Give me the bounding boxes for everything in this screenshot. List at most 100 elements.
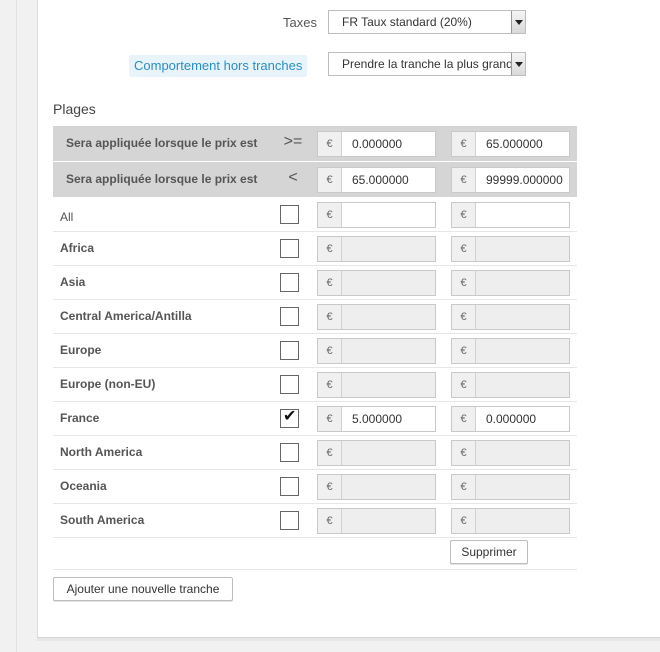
zone-price-from-input[interactable]: € bbox=[317, 372, 436, 398]
out-of-range-behavior-label: Comportement hors tranches bbox=[129, 55, 308, 77]
out-of-range-behavior-select[interactable]: Prendre la tranche la plus grande bbox=[328, 52, 526, 76]
chevron-down-icon[interactable] bbox=[511, 53, 525, 75]
zone-row: France ✔ €5.000000 €0.000000 bbox=[53, 402, 577, 436]
zone-price-to-value[interactable] bbox=[476, 271, 569, 295]
zone-price-from-input[interactable]: € bbox=[317, 474, 436, 500]
zone-checkbox[interactable] bbox=[280, 375, 299, 394]
zone-price-from-input[interactable]: € bbox=[317, 338, 436, 364]
euro-icon: € bbox=[452, 373, 476, 397]
range-upper-bound-row: Sera appliquée lorsque le prix est < € 6… bbox=[53, 162, 577, 197]
zone-price-to-input[interactable]: € bbox=[451, 372, 570, 398]
zone-price-to-input[interactable]: € bbox=[451, 270, 570, 296]
zone-price-to-value[interactable] bbox=[476, 305, 569, 329]
euro-icon: € bbox=[318, 407, 342, 431]
zone-price-from-value[interactable] bbox=[342, 237, 435, 261]
zone-price-to-value[interactable] bbox=[476, 203, 569, 227]
euro-icon: € bbox=[452, 339, 476, 363]
euro-icon: € bbox=[452, 441, 476, 465]
euro-icon: € bbox=[318, 441, 342, 465]
zone-price-from-value[interactable]: 5.000000 bbox=[342, 407, 435, 431]
zone-name: Africa bbox=[60, 241, 95, 255]
zone-price-to-input[interactable]: € bbox=[451, 338, 570, 364]
zone-name: Europe bbox=[60, 343, 102, 357]
zone-price-from-input[interactable]: € bbox=[317, 236, 436, 262]
zone-name: Oceania bbox=[60, 479, 107, 493]
delete-row: Supprimer bbox=[53, 536, 577, 570]
euro-icon: € bbox=[318, 271, 342, 295]
euro-icon: € bbox=[452, 237, 476, 261]
zone-price-to-value[interactable] bbox=[476, 339, 569, 363]
zone-checkbox[interactable] bbox=[280, 511, 299, 530]
zone-checkbox[interactable] bbox=[280, 477, 299, 496]
zone-price-from-value[interactable] bbox=[342, 509, 435, 533]
euro-icon: € bbox=[452, 509, 476, 533]
euro-icon: € bbox=[318, 305, 342, 329]
zone-checkbox[interactable] bbox=[280, 341, 299, 360]
zone-name: North America bbox=[60, 445, 143, 459]
zone-checkbox[interactable] bbox=[280, 307, 299, 326]
zone-price-to-value[interactable]: 0.000000 bbox=[476, 407, 569, 431]
zone-price-from-value[interactable] bbox=[342, 373, 435, 397]
add-range-button[interactable]: Ajouter une nouvelle tranche bbox=[53, 577, 233, 601]
zone-price-to-value[interactable] bbox=[476, 509, 569, 533]
zone-checkbox[interactable] bbox=[280, 443, 299, 462]
zone-price-to-value[interactable] bbox=[476, 237, 569, 261]
zone-price-to-input[interactable]: € bbox=[451, 236, 570, 262]
zone-checkbox[interactable]: ✔ bbox=[280, 408, 299, 428]
zone-price-from-value[interactable] bbox=[342, 441, 435, 465]
range-2-to-value[interactable]: 99999.000000 bbox=[476, 168, 569, 192]
euro-icon: € bbox=[452, 132, 476, 156]
zone-price-from-input[interactable]: € bbox=[317, 304, 436, 330]
zone-price-to-input[interactable]: € bbox=[451, 474, 570, 500]
euro-icon: € bbox=[452, 203, 476, 227]
delete-range-button[interactable]: Supprimer bbox=[450, 540, 528, 564]
zone-price-from-input[interactable]: € bbox=[317, 270, 436, 296]
zone-row: Africa € € bbox=[53, 232, 577, 266]
range-1-from-input[interactable]: € 0.000000 bbox=[317, 131, 436, 157]
zone-price-to-input[interactable]: € bbox=[451, 304, 570, 330]
zone-price-from-value[interactable] bbox=[342, 475, 435, 499]
range-1-to-input[interactable]: € 65.000000 bbox=[451, 131, 570, 157]
panel-bottom-edge bbox=[37, 638, 660, 641]
euro-icon: € bbox=[318, 132, 342, 156]
range-2-from-value[interactable]: 65.000000 bbox=[342, 168, 435, 192]
zone-name: Europe (non-EU) bbox=[60, 377, 156, 391]
euro-icon: € bbox=[452, 475, 476, 499]
behavior-select-value: Prendre la tranche la plus grande bbox=[342, 57, 520, 71]
zone-price-from-input[interactable]: € bbox=[317, 440, 436, 466]
zone-price-from-value[interactable] bbox=[342, 339, 435, 363]
euro-icon: € bbox=[452, 271, 476, 295]
zone-price-from-value[interactable] bbox=[342, 305, 435, 329]
euro-icon: € bbox=[318, 509, 342, 533]
zone-price-from-value[interactable] bbox=[342, 271, 435, 295]
euro-icon: € bbox=[452, 407, 476, 431]
taxes-select-value: FR Taux standard (20%) bbox=[342, 15, 472, 29]
zone-price-from-input[interactable]: € bbox=[317, 202, 436, 228]
zone-price-to-value[interactable] bbox=[476, 373, 569, 397]
range-1-from-value[interactable]: 0.000000 bbox=[342, 132, 435, 156]
zone-price-to-input[interactable]: € bbox=[451, 440, 570, 466]
range-1-to-value[interactable]: 65.000000 bbox=[476, 132, 569, 156]
zone-price-from-input[interactable]: € bbox=[317, 508, 436, 534]
euro-icon: € bbox=[318, 168, 342, 192]
chevron-down-icon[interactable] bbox=[511, 11, 525, 33]
zone-checkbox[interactable] bbox=[280, 205, 299, 224]
zone-price-to-value[interactable] bbox=[476, 475, 569, 499]
range-lower-bound-label: Sera appliquée lorsque le prix est bbox=[66, 136, 258, 150]
checkmark-icon: ✔ bbox=[283, 408, 297, 425]
zone-checkbox[interactable] bbox=[280, 239, 299, 258]
zone-price-to-value[interactable] bbox=[476, 441, 569, 465]
zone-price-to-input[interactable]: € bbox=[451, 202, 570, 228]
zone-name: South America bbox=[60, 513, 145, 527]
range-2-to-input[interactable]: € 99999.000000 bbox=[451, 167, 570, 193]
zone-price-from-input[interactable]: €5.000000 bbox=[317, 406, 436, 432]
range-2-from-input[interactable]: € 65.000000 bbox=[317, 167, 436, 193]
zone-checkbox[interactable] bbox=[280, 273, 299, 292]
zone-price-to-input[interactable]: €0.000000 bbox=[451, 406, 570, 432]
zone-price-from-value[interactable] bbox=[342, 203, 435, 227]
taxes-select[interactable]: FR Taux standard (20%) bbox=[328, 10, 526, 34]
operator-greater-equal: >= bbox=[283, 133, 303, 150]
zone-price-to-input[interactable]: € bbox=[451, 508, 570, 534]
ranges-section-title: Plages bbox=[53, 101, 96, 117]
zone-row: South America € € bbox=[53, 504, 577, 538]
